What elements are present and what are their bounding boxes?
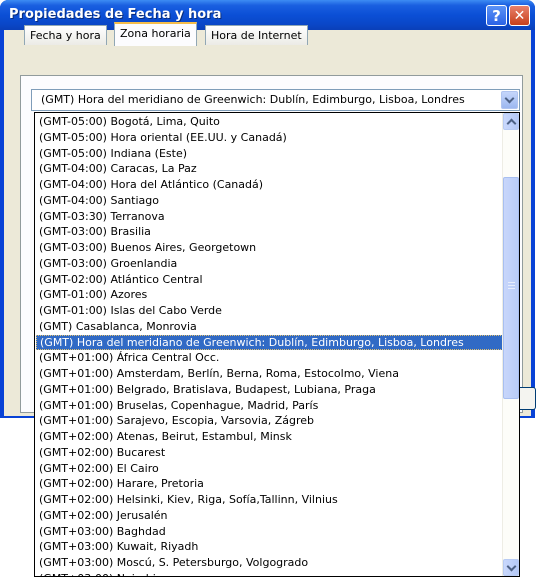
timezone-option[interactable]: (GMT+02:00) Harare, Pretoria [36, 476, 503, 492]
tab-zona-horaria[interactable]: Zona horaria [114, 22, 197, 46]
timezone-option[interactable]: (GMT-05:00) Indiana (Este) [36, 146, 503, 162]
timezone-select[interactable]: (GMT) Hora del meridiano de Greenwich: D… [31, 89, 520, 111]
timezone-option[interactable]: (GMT-01:00) Azores [36, 287, 503, 303]
timezone-option[interactable]: (GMT) Casablanca, Monrovia [36, 319, 503, 335]
help-button[interactable]: ? [486, 5, 507, 26]
scroll-up-button[interactable] [503, 113, 519, 130]
timezone-option[interactable]: (GMT+02:00) Jerusalén [36, 508, 503, 524]
timezone-option[interactable]: (GMT-05:00) Hora oriental (EE.UU. y Cana… [36, 130, 503, 146]
window-title: Propiedades de Fecha y hora [9, 7, 222, 22]
tab-hora-de-internet[interactable]: Hora de Internet [205, 25, 308, 45]
grip-line [508, 288, 515, 289]
scroll-down-button[interactable] [503, 559, 519, 576]
timezone-option[interactable]: (GMT+01:00) Sarajevo, Escopia, Varsovia,… [36, 413, 503, 429]
timezone-dropdown-list[interactable]: (GMT-05:00) Bogotá, Lima, Quito (GMT-05:0… [34, 112, 520, 577]
timezone-option[interactable]: (GMT+01:00) África Central Occ. [36, 350, 503, 366]
grip-line [508, 285, 515, 286]
arrow-down-icon [506, 561, 517, 572]
timezone-option[interactable]: (GMT) Hora del meridiano de Greenwich: D… [36, 334, 503, 351]
timezone-option[interactable]: (GMT-04:00) Santiago [36, 193, 503, 209]
timezone-option[interactable]: (GMT-01:00) Islas del Cabo Verde [36, 303, 503, 319]
timezone-option[interactable]: (GMT+03:00) Nairobi [36, 571, 503, 576]
scroll-thumb[interactable] [503, 177, 519, 399]
timezone-option[interactable]: (GMT+02:00) Atenas, Beirut, Estambul, Mi… [36, 429, 503, 445]
timezone-option[interactable]: (GMT-03:30) Terranova [36, 209, 503, 225]
timezone-option[interactable]: (GMT+02:00) Bucarest [36, 445, 503, 461]
tab-fecha-y-hora[interactable]: Fecha y hora [24, 25, 107, 45]
timezone-option[interactable]: (GMT+03:00) Kuwait, Riyadh [36, 539, 503, 555]
timezone-option[interactable]: (GMT-03:00) Buenos Aires, Georgetown [36, 240, 503, 256]
timezone-option[interactable]: (GMT-04:00) Hora del Atlántico (Canadá) [36, 177, 503, 193]
arrow-up-icon [506, 118, 517, 129]
timezone-option[interactable]: (GMT+03:00) Baghdad [36, 524, 503, 540]
timezone-option[interactable]: (GMT-05:00) Bogotá, Lima, Quito [36, 114, 503, 130]
timezone-option[interactable]: (GMT+01:00) Amsterdam, Berlín, Berna, Ro… [36, 366, 503, 382]
scrollbar[interactable] [502, 113, 519, 576]
timezone-select-value: (GMT) Hora del meridiano de Greenwich: D… [41, 93, 465, 106]
close-button[interactable]: ✕ [509, 5, 530, 26]
timezone-option[interactable]: (GMT-03:00) Groenlandia [36, 256, 503, 272]
timezone-option[interactable]: (GMT-02:00) Atlántico Central [36, 272, 503, 288]
timezone-option[interactable]: (GMT+03:00) Moscú, S. Petersburgo, Volgo… [36, 555, 503, 571]
timezone-option[interactable]: (GMT-03:00) Brasilia [36, 224, 503, 240]
timezone-option[interactable]: (GMT+02:00) El Cairo [36, 461, 503, 477]
chevron-down-icon [504, 93, 515, 104]
timezone-option[interactable]: (GMT+02:00) Helsinki, Kiev, Riga, Sofía,… [36, 492, 503, 508]
timezone-options: (GMT-05:00) Bogotá, Lima, Quito (GMT-05:0… [36, 114, 503, 576]
grip-line [508, 282, 515, 283]
dropdown-button[interactable] [501, 91, 518, 109]
timezone-option[interactable]: (GMT+01:00) Bruselas, Copenhague, Madrid… [36, 398, 503, 414]
timezone-option[interactable]: (GMT-04:00) Caracas, La Paz [36, 161, 503, 177]
timezone-option[interactable]: (GMT+01:00) Belgrado, Bratislava, Budape… [36, 382, 503, 398]
